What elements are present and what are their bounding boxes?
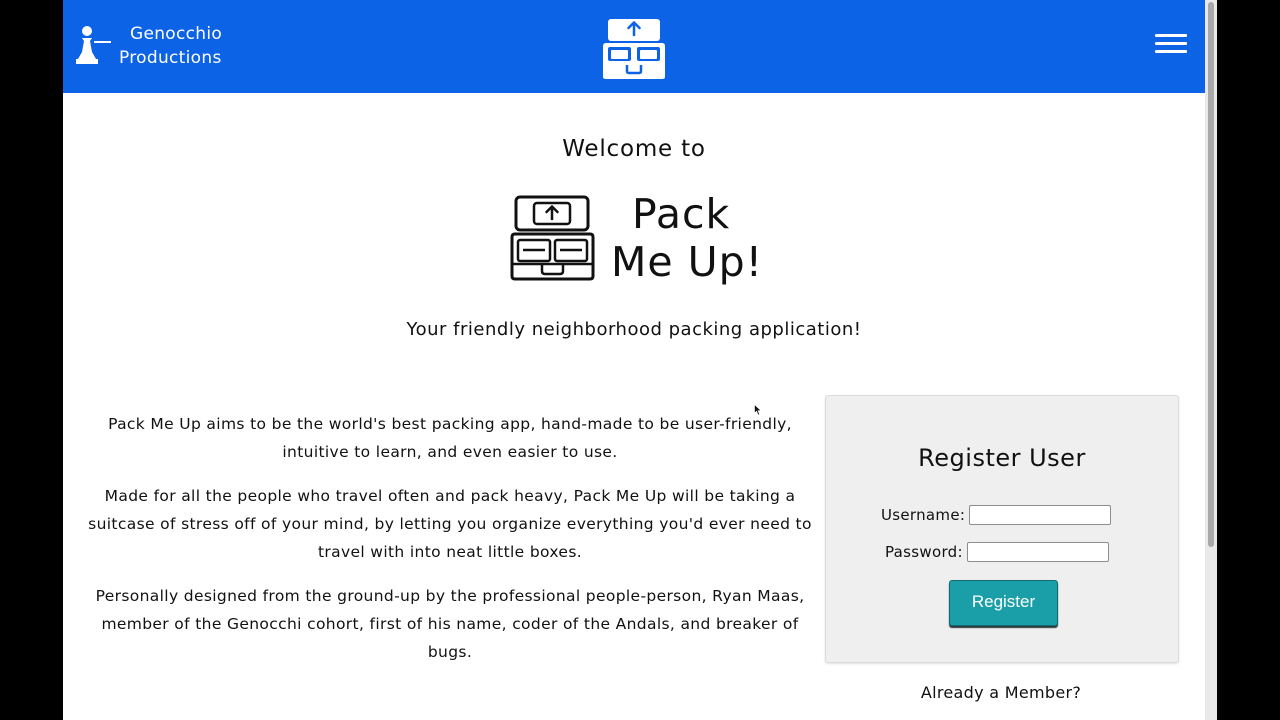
navbar: Genocchio Productions (63, 0, 1205, 93)
brand-line1: Genocchio (130, 24, 223, 44)
brand-line2: Productions (119, 48, 222, 68)
app-title-line2: Me Up! (611, 238, 764, 286)
hero-logo: Pack Me Up! (509, 190, 779, 290)
app-title-line1: Pack (632, 190, 731, 238)
username-input[interactable] (969, 505, 1112, 525)
welcome-heading: Welcome to (562, 136, 706, 162)
hamburger-menu-icon[interactable] (1155, 34, 1187, 58)
password-row: Password: (885, 542, 1109, 562)
register-title: Register User (918, 444, 1086, 472)
username-label: Username: (881, 506, 966, 524)
packing-box-icon (510, 195, 595, 281)
register-card: Register User Username: Password: Regist… (825, 395, 1179, 663)
about-paragraph: Personally designed from the ground-up b… (95, 587, 805, 661)
username-row: Username: (881, 505, 1112, 525)
about-paragraph: Made for all the people who travel often… (88, 487, 812, 561)
register-button[interactable]: Register (949, 580, 1058, 626)
password-input[interactable] (966, 542, 1109, 562)
vertical-scrollbar[interactable] (1205, 0, 1217, 720)
about-paragraph: Pack Me Up aims to be the world's best p… (108, 415, 792, 461)
tagline: Your friendly neighborhood packing appli… (406, 319, 862, 340)
brand-name: Genocchio Productions (103, 22, 222, 70)
app-title: Pack Me Up! (611, 190, 763, 286)
browser-viewport: Genocchio Productions Welcome to Pack Me… (63, 0, 1217, 720)
password-label: Password: (885, 543, 963, 561)
page: Genocchio Productions Welcome to Pack Me… (63, 0, 1205, 720)
mouse-cursor-icon (754, 404, 762, 416)
already-member-link[interactable]: Already a Member? (825, 683, 1177, 702)
scrollbar-thumb[interactable] (1208, 2, 1214, 547)
about-section: Pack Me Up aims to be the world's best p… (85, 410, 815, 682)
packing-box-icon[interactable] (600, 17, 668, 81)
brand-link[interactable]: Genocchio Productions (75, 22, 222, 70)
